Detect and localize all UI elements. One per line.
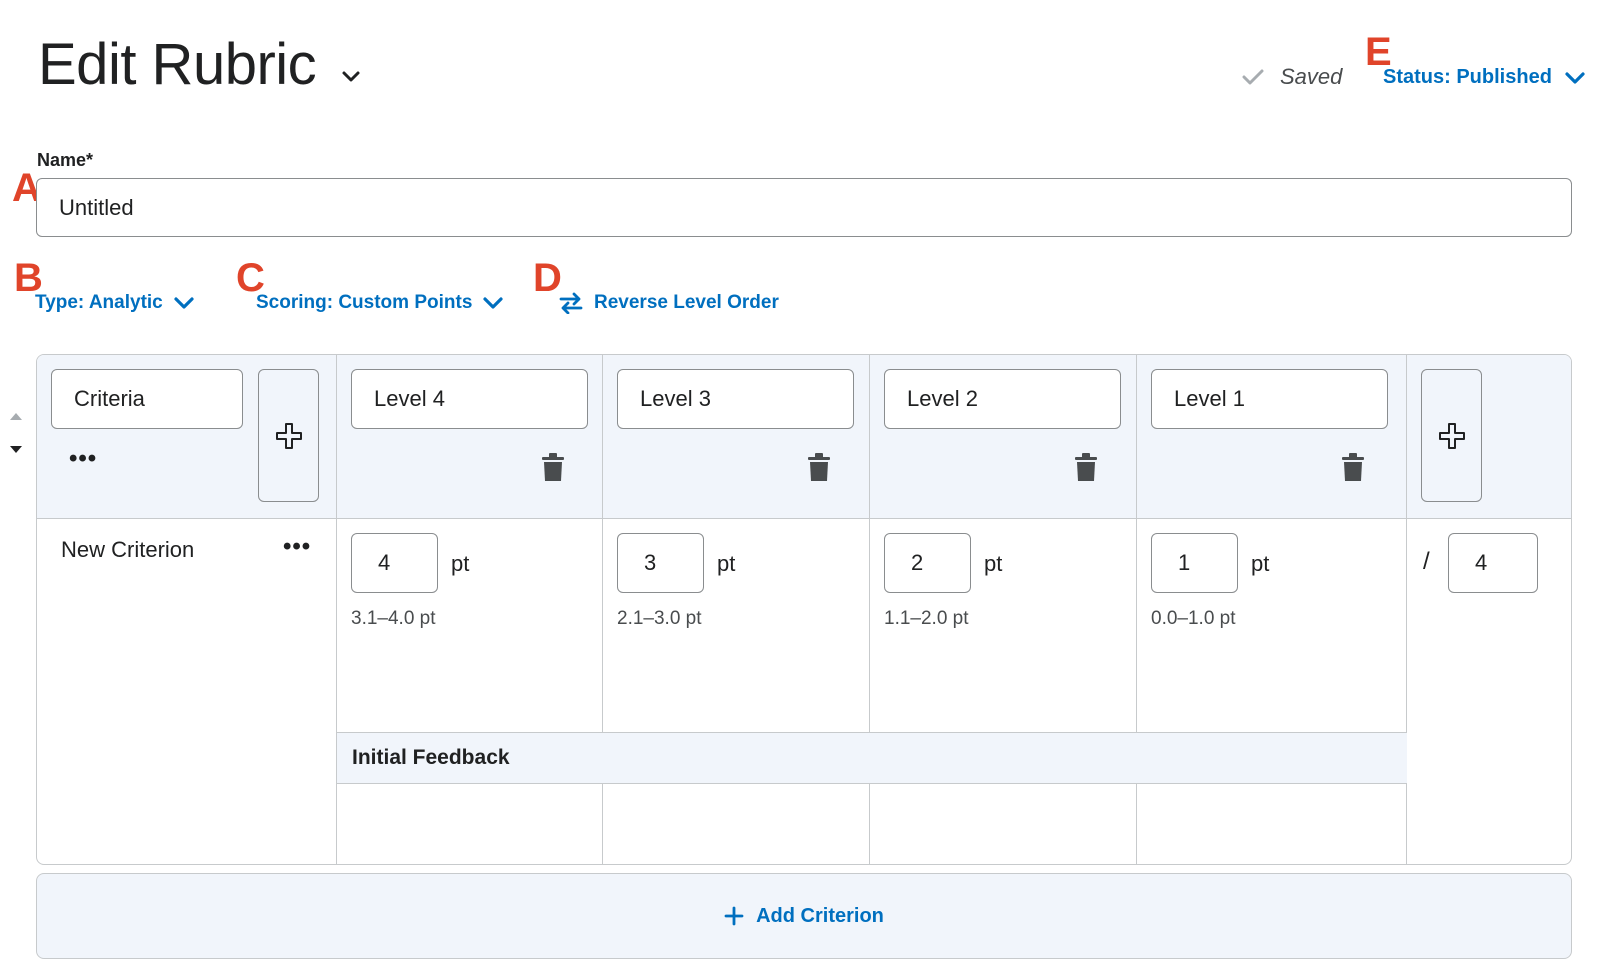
swap-arrows-icon [559,292,583,314]
criteria-more-icon[interactable]: ••• [69,447,97,471]
plus-icon [275,422,302,449]
points-unit: pt [717,551,736,576]
trash-icon[interactable] [1075,453,1097,481]
trash-icon[interactable] [1342,453,1364,481]
criteria-header-input[interactable] [51,369,243,429]
points-unit: pt [451,551,470,576]
add-criterion-label: Add Criterion [756,904,884,927]
scoring-dropdown[interactable]: Scoring: Custom Points [256,292,504,314]
name-label: Name* [37,150,94,170]
status-dropdown[interactable]: Status: Published [1383,66,1586,89]
type-label: Type: Analytic [35,292,163,313]
add-level-right-button[interactable] [1421,369,1482,502]
status-label: Status: Published [1383,66,1552,88]
chevron-down-icon [174,297,194,309]
level-4-points-input[interactable] [351,533,438,593]
level-4-name-input[interactable] [351,369,588,429]
saved-indicator: Saved [1242,64,1342,90]
title-chevron-down-icon[interactable] [337,62,365,90]
level-3-name-input[interactable] [617,369,854,429]
level-2-range: 1.1–2.0 pt [884,608,969,629]
check-icon [1242,69,1264,85]
type-dropdown[interactable]: Type: Analytic [35,292,195,314]
points-unit: pt [1251,551,1270,576]
level-2-points-input[interactable] [884,533,971,593]
level-4-range: 3.1–4.0 pt [351,608,436,629]
trash-icon[interactable] [542,453,564,481]
level-3-points-input[interactable] [617,533,704,593]
name-input[interactable] [36,178,1572,237]
move-arrows-icon[interactable] [8,410,24,456]
criterion-total-input[interactable] [1448,533,1538,593]
page-title: Edit Rubric [38,32,317,97]
rubric-table: ••• New Criterion ••• pt 3.1–4.0 pt pt 2… [36,354,1572,865]
add-level-left-button[interactable] [258,369,319,502]
scoring-label: Scoring: Custom Points [256,292,473,313]
plus-icon [1438,422,1465,449]
chevron-down-icon [483,297,504,309]
initial-feedback-label: Initial Feedback [352,746,510,769]
criterion-name[interactable]: New Criterion [61,537,194,563]
level-1-range: 0.0–1.0 pt [1151,608,1236,629]
total-separator: / [1423,548,1430,575]
chevron-down-icon [1565,71,1585,84]
level-1-name-input[interactable] [1151,369,1388,429]
plus-icon [724,906,744,926]
reverse-level-order-label: Reverse Level Order [594,292,779,313]
trash-icon[interactable] [808,453,830,481]
points-unit: pt [984,551,1003,576]
reverse-level-order-button[interactable]: Reverse Level Order [558,292,779,314]
saved-label: Saved [1280,64,1343,89]
add-criterion-button[interactable]: Add Criterion [36,873,1572,959]
level-2-name-input[interactable] [884,369,1121,429]
criterion-more-icon[interactable]: ••• [283,535,311,559]
level-3-range: 2.1–3.0 pt [617,608,702,629]
initial-feedback-row: Initial Feedback [337,732,1407,784]
level-1-points-input[interactable] [1151,533,1238,593]
